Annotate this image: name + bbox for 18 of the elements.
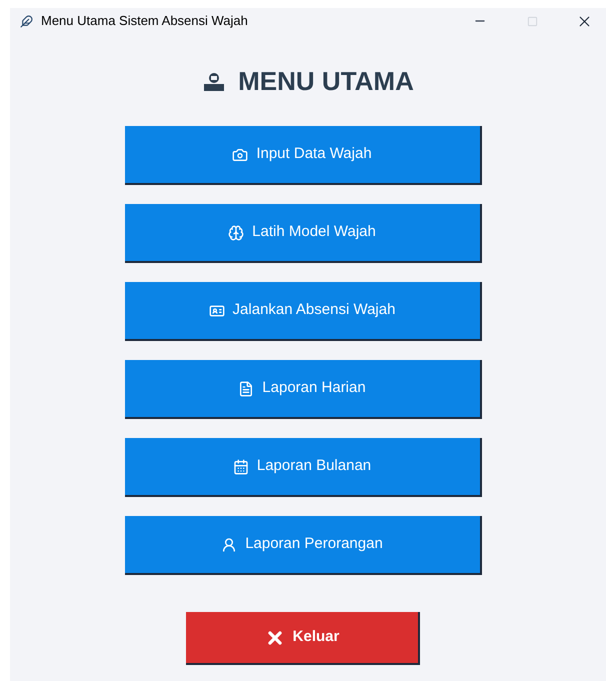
calendar-icon (232, 458, 249, 474)
exit-button[interactable]: Keluar (186, 612, 420, 665)
maximize-icon (526, 16, 538, 26)
feather-icon (20, 14, 33, 28)
person-at-desk-icon (202, 72, 226, 92)
menu-button[interactable]: Input Data Wajah (124, 126, 482, 185)
menu-button[interactable]: Jalankan Absensi Wajah (124, 282, 482, 341)
menu-button[interactable]: Laporan Bulanan (124, 438, 482, 497)
id-card-icon (208, 302, 225, 318)
document-icon (238, 380, 254, 396)
menu-button[interactable]: Laporan Perorangan (124, 516, 482, 575)
menu-button[interactable]: Laporan Harian (124, 360, 482, 419)
window-title: Menu Utama Sistem Absensi Wajah (41, 12, 248, 30)
person-icon (221, 536, 238, 552)
brain-icon (228, 224, 244, 240)
menu-heading: MENU UTAMA (238, 65, 414, 98)
menu-button[interactable]: Latih Model Wajah (124, 204, 482, 263)
camera-icon (232, 146, 248, 162)
